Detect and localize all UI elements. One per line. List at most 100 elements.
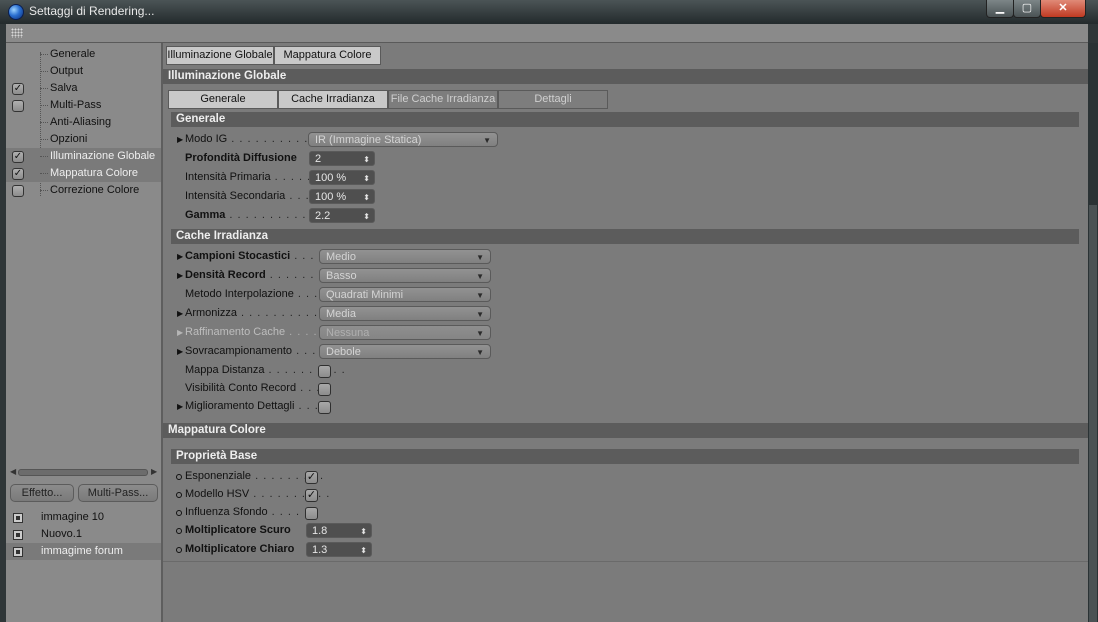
label-text: Mappa Distanza	[185, 364, 265, 376]
maximize-button[interactable]: ▢	[1013, 0, 1041, 18]
updown-icon[interactable]: ⬍	[363, 190, 370, 205]
animation-dot-icon[interactable]	[176, 492, 182, 498]
gamma-stepper[interactable]: 2.2 ⬍	[309, 208, 375, 223]
intensita-primaria-stepper[interactable]: 100 % ⬍	[309, 170, 375, 185]
campioni-stocastici-dropdown[interactable]: Medio ▼	[319, 249, 491, 264]
chevron-down-icon: ▼	[483, 136, 491, 145]
toolbar-strip	[6, 24, 1088, 43]
leader-dots: . . . . . .	[265, 269, 315, 281]
sidebar-item-output[interactable]: Output	[6, 63, 161, 80]
updown-icon[interactable]: ⬍	[363, 171, 370, 186]
sidebar-item-correzione-colore[interactable]: Correzione Colore	[6, 182, 161, 199]
sidebar-item-salva[interactable]: ✓ Salva	[6, 80, 161, 97]
influenza-sfondo-checkbox[interactable]	[305, 507, 318, 520]
list-item[interactable]: Nuovo.1	[6, 526, 161, 543]
sidebar-item-illuminazione-globale[interactable]: ✓ Illuminazione Globale	[6, 148, 161, 165]
group-title: Cache Irradianza	[176, 230, 269, 242]
modo-ig-dropdown[interactable]: IR (Immagine Statica) ▼	[308, 132, 498, 147]
mappa-distanza-checkbox[interactable]	[318, 365, 331, 378]
expand-arrow-icon[interactable]: ▶	[177, 247, 183, 266]
label-text: Modello HSV	[185, 488, 250, 500]
intensita-secondaria-stepper[interactable]: 100 % ⬍	[309, 189, 375, 204]
tab-illuminazione-globale[interactable]: Illuminazione Globale	[166, 46, 274, 65]
correzione-colore-checkbox[interactable]	[12, 185, 24, 197]
dropdown-value: Medio	[326, 251, 356, 263]
stepper-value: 1.3	[312, 544, 328, 556]
field-label: Raffinamento Cache . . . . .	[185, 323, 326, 342]
metodo-interpolazione-dropdown[interactable]: Quadrati Minimi ▼	[319, 287, 491, 302]
scroll-left-icon[interactable]: ◀	[10, 467, 16, 476]
effect-button[interactable]: Effetto...	[10, 484, 74, 502]
expand-arrow-icon[interactable]: ▶	[177, 342, 183, 361]
sidebar-item-mappatura-colore[interactable]: ✓ Mappatura Colore	[6, 165, 161, 182]
moltiplicatore-scuro-stepper[interactable]: 1.8 ⬍	[306, 523, 372, 538]
animation-dot-icon[interactable]	[176, 528, 182, 534]
expand-arrow-icon[interactable]: ▶	[177, 397, 183, 416]
raffinamento-cache-dropdown[interactable]: Nessuna ▼	[319, 325, 491, 340]
field-label: Intensità Secondaria . . .	[185, 187, 310, 206]
sidebar-item-generale[interactable]: Generale	[6, 46, 161, 63]
label-text: Raffinamento Cache	[185, 326, 286, 338]
multipass-button[interactable]: Multi-Pass...	[78, 484, 158, 502]
scroll-right-icon[interactable]: ▶	[151, 467, 157, 476]
stepper-value: 100 %	[315, 172, 347, 184]
tab-dettagli[interactable]: Dettagli	[498, 90, 608, 109]
settings-content: Illuminazione Globale Mappatura Colore I…	[163, 43, 1088, 622]
tree-branch	[40, 122, 48, 123]
close-button[interactable]: ✕	[1040, 0, 1086, 18]
sidebar-item-opzioni[interactable]: Opzioni	[6, 131, 161, 148]
tab-cache-irradianza[interactable]: Cache Irradianza	[278, 90, 388, 109]
modello-hsv-checkbox[interactable]: ✓	[305, 489, 318, 502]
densita-record-dropdown[interactable]: Basso ▼	[319, 268, 491, 283]
grip-icon[interactable]	[11, 28, 23, 38]
profondita-diffusione-stepper[interactable]: 2 ⬍	[309, 151, 375, 166]
sovracampionamento-dropdown[interactable]: Debole ▼	[319, 344, 491, 359]
updown-icon[interactable]: ⬍	[360, 524, 367, 539]
label-text: Intensità Secondaria	[185, 190, 286, 202]
sidebar-item-multipass[interactable]: Multi-Pass	[6, 97, 161, 114]
esponenziale-checkbox[interactable]: ✓	[305, 471, 318, 484]
list-item[interactable]: immagine 10	[6, 509, 161, 526]
animation-dot-icon[interactable]	[176, 547, 182, 553]
tab-generale[interactable]: Generale	[168, 90, 278, 109]
mappatura-colore-checkbox[interactable]: ✓	[12, 168, 24, 180]
field-label: Miglioramento Dettagli . . . .	[185, 397, 327, 416]
moltiplicatore-chiaro-stepper[interactable]: 1.3 ⬍	[306, 542, 372, 557]
field-label: Moltiplicatore Chiaro	[185, 543, 295, 555]
scrollbar-track[interactable]	[18, 469, 148, 476]
label-text: Metodo Interpolazione	[185, 288, 294, 300]
visibilita-conto-record-checkbox[interactable]	[318, 383, 331, 396]
sidebar-horizontal-scrollbar[interactable]: ◀ ▶	[10, 467, 158, 477]
field-label: Moltiplicatore Scuro	[185, 524, 291, 536]
minimize-button[interactable]: ▁	[986, 0, 1014, 18]
tree-branch	[40, 173, 48, 174]
expand-arrow-icon[interactable]: ▶	[177, 304, 183, 323]
tree-branch	[40, 139, 48, 140]
updown-icon[interactable]: ⬍	[363, 152, 370, 167]
animation-dot-icon[interactable]	[176, 474, 182, 480]
sidebar-item-anti-aliasing[interactable]: Anti-Aliasing	[6, 114, 161, 131]
updown-icon[interactable]: ⬍	[360, 543, 367, 558]
label-text: Sovracampionamento	[185, 345, 293, 357]
multipass-checkbox[interactable]	[12, 100, 24, 112]
expand-arrow-icon[interactable]: ▶	[177, 323, 183, 342]
tab-file-cache-irradianza[interactable]: File Cache Irradianza	[388, 90, 498, 109]
animation-dot-icon[interactable]	[176, 510, 182, 516]
list-item[interactable]: immagime forum	[6, 543, 161, 560]
sidebar-item-label: Anti-Aliasing	[50, 116, 112, 128]
expand-arrow-icon[interactable]: ▶	[177, 266, 183, 285]
leader-dots: . . .	[290, 250, 315, 262]
salva-checkbox[interactable]: ✓	[12, 83, 24, 95]
settings-sidebar: Generale Output ✓ Salva Multi-Pass Anti-…	[6, 43, 163, 622]
section-header-gi: Illuminazione Globale	[163, 69, 1088, 84]
scrollbar-thumb[interactable]	[1089, 205, 1097, 622]
list-item-label: Nuovo.1	[41, 528, 82, 540]
miglioramento-dettagli-checkbox[interactable]	[318, 401, 331, 414]
chevron-down-icon: ▼	[476, 272, 484, 281]
armonizza-dropdown[interactable]: Media ▼	[319, 306, 491, 321]
updown-icon[interactable]: ⬍	[363, 209, 370, 224]
leader-dots: . . .	[285, 190, 310, 202]
tab-mappatura-colore[interactable]: Mappatura Colore	[274, 46, 381, 65]
illuminazione-globale-checkbox[interactable]: ✓	[12, 151, 24, 163]
expand-arrow-icon[interactable]: ▶	[177, 130, 183, 149]
